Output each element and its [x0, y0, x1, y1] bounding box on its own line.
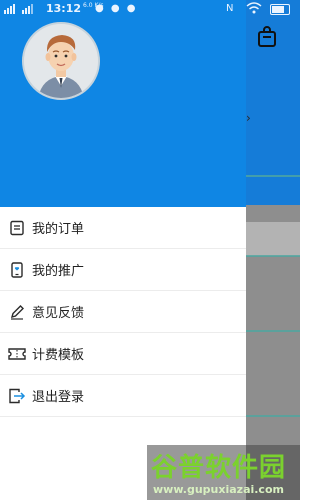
order-list-icon [2, 207, 32, 249]
status-time: 13:12 [46, 2, 82, 15]
promotion-phone-icon [2, 249, 32, 291]
user-avatar-icon [24, 24, 98, 98]
menu-item-label: 计费模板 [32, 348, 85, 363]
menu-item-label: 我的订单 [32, 222, 85, 237]
background-divider [246, 415, 300, 417]
drawer-header [0, 0, 246, 207]
menu-item-label: 我的推广 [32, 264, 85, 279]
menu-item-my-promotion[interactable]: 我的推广 [0, 249, 246, 291]
watermark: 谷普软件园 www.gupuxiazai.com [147, 445, 300, 500]
background-divider [246, 175, 300, 177]
notification-icons: ● ● ● [95, 3, 138, 14]
menu-item-label: 退出登录 [32, 390, 85, 405]
watermark-url: www.gupuxiazai.com [153, 483, 284, 496]
bag-icon[interactable] [256, 24, 278, 48]
background-divider [246, 255, 300, 257]
menu-item-billing-template[interactable]: 计费模板 [0, 333, 246, 375]
battery-icon [270, 4, 290, 15]
ticket-template-icon [2, 333, 32, 375]
status-bar: 13:12 6.0 K/s ● ● ● N [0, 0, 300, 18]
navigation-drawer: 我的订单 我的推广 意见反馈 计费模板 退出登录 [0, 0, 246, 500]
background-arrow-icon: › [246, 111, 251, 125]
menu-item-label: 意见反馈 [32, 306, 85, 321]
wifi-icon [246, 2, 262, 14]
menu-item-feedback[interactable]: 意见反馈 [0, 291, 246, 333]
nfc-indicator: N [226, 3, 234, 14]
avatar[interactable] [22, 22, 100, 100]
menu-item-logout[interactable]: 退出登录 [0, 375, 246, 417]
background-row [246, 222, 300, 256]
pencil-feedback-icon [2, 291, 32, 333]
drawer-menu: 我的订单 我的推广 意见反馈 计费模板 退出登录 [0, 207, 246, 417]
watermark-title: 谷普软件园 [151, 453, 287, 483]
signal-bars-icon [4, 4, 33, 14]
logout-icon [2, 375, 32, 417]
background-divider [246, 330, 300, 332]
menu-item-my-orders[interactable]: 我的订单 [0, 207, 246, 249]
